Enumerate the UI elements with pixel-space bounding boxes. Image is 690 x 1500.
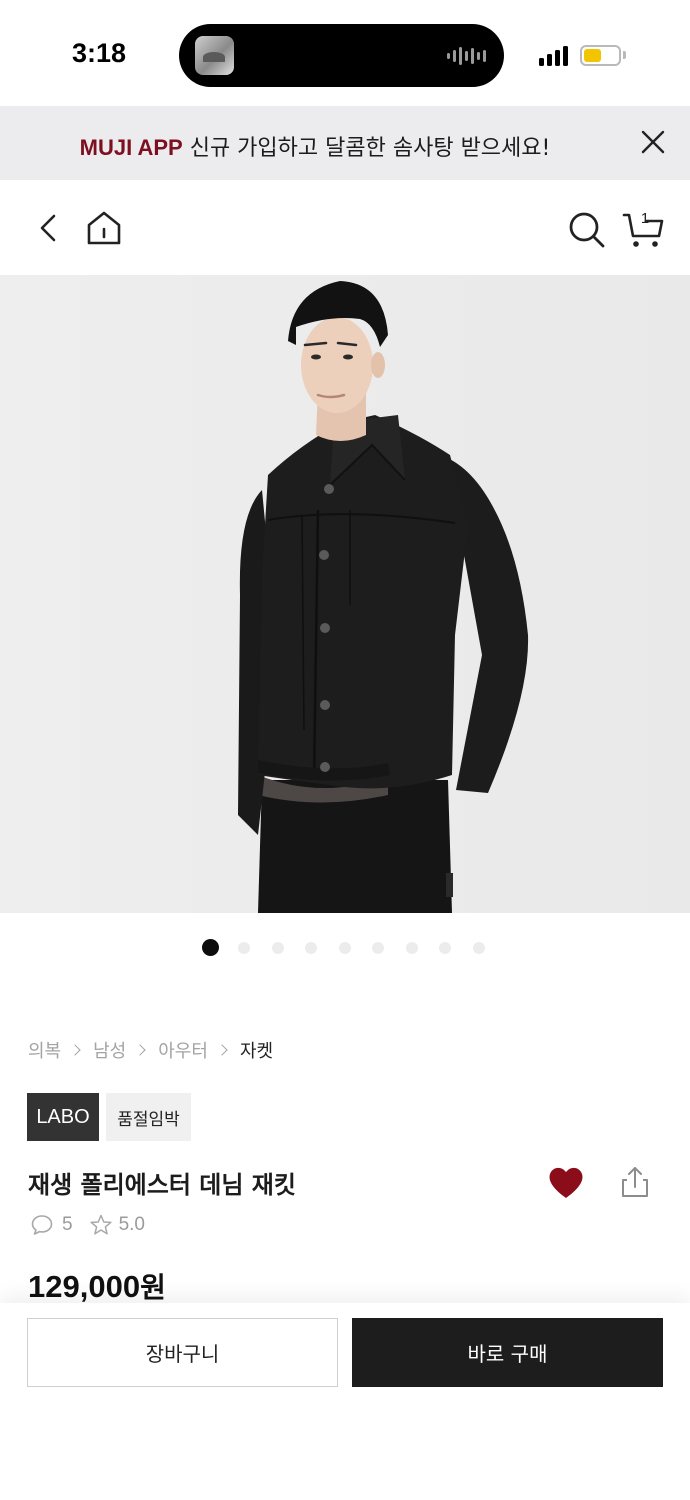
comment-icon: [31, 1215, 53, 1235]
cart-count-badge: 1: [640, 210, 650, 227]
promo-message: 신규 가입하고 달콤한 솜사탕 받으세요!: [182, 136, 551, 161]
review-meta[interactable]: 5 5.0: [30, 1212, 145, 1238]
dynamic-island: [179, 24, 504, 87]
pager-dot[interactable]: [271, 942, 284, 954]
now-playing-artwork: [195, 36, 234, 75]
search-icon[interactable]: [566, 209, 606, 249]
pager-dot[interactable]: [405, 942, 418, 954]
battery-icon: [580, 45, 621, 66]
product-price: 129,000원: [28, 1266, 166, 1306]
price-unit: 원: [140, 1271, 166, 1304]
breadcrumb-item[interactable]: 아우터: [158, 1037, 208, 1063]
pager-dot[interactable]: [372, 942, 384, 954]
breadcrumb-item[interactable]: 남성: [93, 1037, 126, 1063]
heart-icon[interactable]: [546, 1163, 586, 1201]
pager-dot[interactable]: [238, 942, 250, 954]
chevron-right-icon: [134, 1044, 146, 1056]
pager-dot[interactable]: [472, 942, 485, 954]
share-icon[interactable]: [618, 1163, 652, 1201]
product-image[interactable]: [0, 275, 690, 913]
chevron-right-icon: [69, 1044, 81, 1056]
product-title: 재생 폴리에스터 데님 재킷: [28, 1171, 296, 1199]
promo-text: MUJI APP 신규 가입하고 달콤한 솜사탕 받으세요!: [0, 130, 630, 162]
image-pager[interactable]: [0, 938, 690, 956]
audio-wave-icon: [447, 46, 486, 66]
breadcrumb-item[interactable]: 의복: [28, 1037, 61, 1063]
back-chevron-icon[interactable]: [32, 209, 64, 247]
price-amount: 129,000: [28, 1269, 141, 1304]
close-icon[interactable]: [636, 125, 670, 159]
low-stock-badge: 품절임박: [106, 1093, 191, 1141]
promo-brand: MUJI APP: [79, 135, 183, 160]
rating-value: 5.0: [118, 1214, 145, 1235]
promo-banner[interactable]: MUJI APP 신규 가입하고 달콤한 솜사탕 받으세요!: [0, 106, 690, 180]
buy-now-button[interactable]: 바로 구매: [352, 1318, 663, 1387]
labo-badge: LABO: [27, 1093, 99, 1141]
home-icon[interactable]: [84, 208, 124, 248]
pager-dot[interactable]: [338, 942, 351, 954]
star-icon: [90, 1214, 112, 1235]
model-photo: [0, 275, 690, 913]
review-count: 5: [62, 1214, 73, 1235]
status-bar: 3:18: [0, 0, 690, 106]
breadcrumb-current[interactable]: 자켓: [240, 1037, 273, 1063]
status-time: 3:18: [72, 38, 127, 68]
breadcrumb: 의복 남성 아우터 자켓: [28, 1038, 273, 1062]
add-to-cart-button[interactable]: 장바구니: [27, 1318, 338, 1387]
pager-dot[interactable]: [305, 942, 317, 954]
chevron-right-icon: [216, 1044, 228, 1056]
cellular-signal-icon: [539, 44, 568, 66]
pager-dot-active[interactable]: [202, 939, 219, 956]
pager-dot[interactable]: [439, 942, 451, 954]
